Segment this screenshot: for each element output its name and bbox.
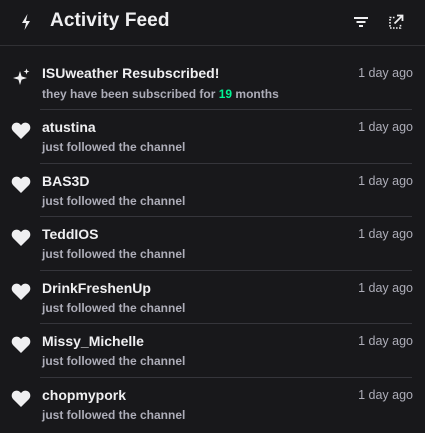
event-title[interactable]: DrinkFreshenUp (42, 280, 151, 296)
event-timestamp: 1 day ago (358, 387, 413, 402)
event-detail: just followed the channel (42, 354, 186, 368)
list-item-follow[interactable]: TeddIOS just followed the channel 1 day … (0, 216, 425, 270)
event-title[interactable]: Missy_Michelle (42, 333, 144, 349)
event-title[interactable]: atustina (42, 119, 96, 135)
heart-icon (11, 229, 31, 246)
event-timestamp: 1 day ago (358, 66, 413, 80)
event-detail-prefix: they have been subscribed for (42, 87, 219, 101)
event-detail: just followed the channel (42, 140, 186, 154)
list-item-follow[interactable]: Missy_Michelle just followed the channel… (0, 323, 425, 377)
page-title: Activity Feed (50, 10, 170, 31)
event-timestamp: 1 day ago (358, 120, 413, 134)
sparkle-icon (13, 68, 30, 85)
subscription-months-count: 19 (218, 87, 233, 101)
event-list: ISUweather Resubscribed! they have been … (0, 46, 425, 430)
list-item-follow[interactable]: DrinkFreshenUp just followed the channel… (0, 269, 425, 324)
heart-icon (11, 390, 31, 407)
event-timestamp: 1 day ago (358, 227, 413, 241)
popout-icon (389, 14, 404, 29)
event-detail: just followed the channel (42, 407, 186, 422)
event-detail: they have been subscribed for 19 months (42, 87, 279, 101)
event-detail: just followed the channel (42, 300, 186, 315)
filter-button[interactable] (351, 12, 371, 32)
list-item-follow[interactable]: BAS3D just followed the channel 1 day ag… (0, 162, 425, 217)
event-title[interactable]: chopmypork (42, 387, 126, 403)
popout-button[interactable] (386, 12, 406, 32)
event-detail: just followed the channel (42, 247, 186, 261)
event-detail: just followed the channel (42, 193, 186, 208)
heart-icon (11, 283, 31, 300)
list-item-resubscribe[interactable]: ISUweather Resubscribed! they have been … (0, 46, 425, 109)
event-title[interactable]: BAS3D (42, 173, 89, 189)
activity-feed-header: Activity Feed (0, 0, 425, 46)
heart-icon (11, 336, 31, 353)
heart-icon (11, 176, 31, 193)
event-detail-suffix: months (232, 87, 279, 101)
bolt-icon (22, 14, 30, 30)
activity-feed-panel: Activity Feed ISUweather Resubscribed! t… (0, 0, 425, 433)
event-title[interactable]: TeddIOS (42, 226, 99, 242)
event-timestamp: 1 day ago (358, 280, 413, 295)
filter-icon (354, 17, 368, 27)
event-timestamp: 1 day ago (358, 334, 413, 348)
list-item-follow[interactable]: chopmypork just followed the channel 1 d… (0, 376, 425, 431)
list-item-follow[interactable]: atustina just followed the channel 1 day… (0, 109, 425, 163)
event-timestamp: 1 day ago (358, 173, 413, 188)
event-title[interactable]: ISUweather Resubscribed! (42, 65, 219, 81)
heart-icon (11, 122, 31, 139)
